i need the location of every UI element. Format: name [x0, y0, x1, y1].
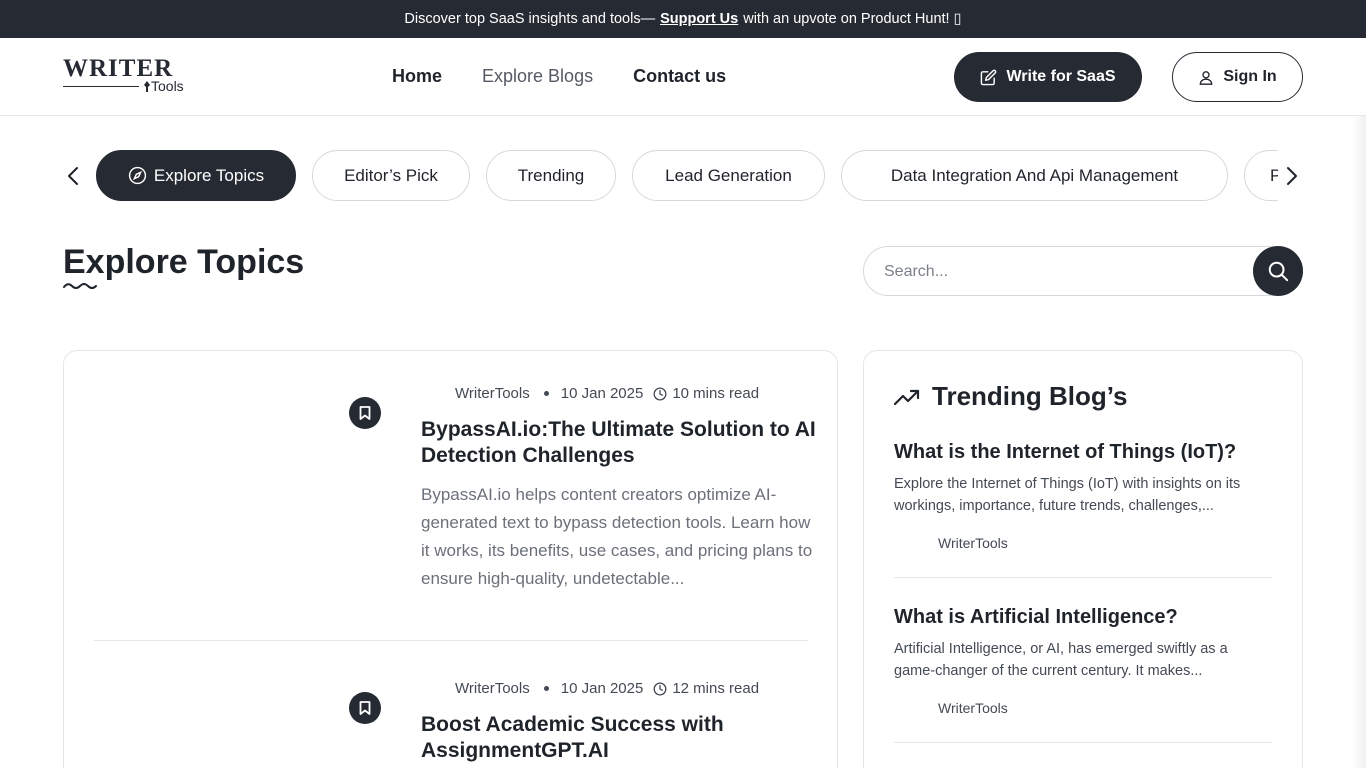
topic-chip-label: Lead Generation	[665, 165, 792, 185]
logo-sub-label: Tools	[151, 78, 184, 94]
trending-title: Trending Blog’s	[932, 381, 1128, 411]
meta-separator-dot	[543, 686, 549, 691]
nav-home[interactable]: Home	[392, 66, 442, 87]
post-read-time: 12 mins read	[672, 680, 760, 697]
post-date: 10 Jan 2025	[560, 385, 644, 402]
pen-nib-icon	[144, 81, 150, 92]
chevron-right-icon	[1287, 167, 1297, 185]
trending-item-author: WriterTools	[938, 535, 1008, 551]
compass-icon	[128, 166, 147, 185]
logo-underline	[63, 86, 139, 87]
topic-chip-label: Trending	[517, 165, 585, 185]
post-divider	[94, 640, 808, 641]
clock-icon	[653, 682, 667, 696]
post-card[interactable]: WriterTools 10 Jan 2025 10 mins read Byp…	[94, 351, 816, 641]
announcement-bar: Discover top SaaS insights and tools— Su…	[0, 0, 1366, 38]
topic-chip-explore-topics[interactable]: Explore Topics	[96, 150, 296, 201]
search-button[interactable]	[1253, 246, 1303, 296]
post-date: 10 Jan 2025	[560, 680, 644, 697]
post-title[interactable]: BypassAI.io:The Ultimate Solution to AI …	[421, 417, 821, 469]
user-icon	[1199, 70, 1213, 85]
topic-chip-label: Data Integration And Api Management	[890, 165, 1179, 185]
topic-chip-label: P	[1270, 165, 1278, 185]
chevron-left-icon	[68, 167, 78, 185]
trending-item-excerpt: Explore the Internet of Things (IoT) wit…	[894, 476, 1241, 514]
topics-chips: Explore Topics Editor’s Pick Trending Le…	[96, 150, 1278, 202]
post-author: WriterTools	[455, 680, 530, 697]
page-title: Explore Topics	[63, 243, 305, 281]
trending-item[interactable]: What is the Internet of Things (IoT)? Ex…	[894, 439, 1272, 578]
nav-explore-blogs[interactable]: Explore Blogs	[482, 66, 593, 87]
topic-chip-lead-generation[interactable]: Lead Generation	[632, 150, 825, 201]
topic-chip-label: Explore Topics	[153, 165, 265, 185]
clock-icon	[653, 387, 667, 401]
topic-chip-partial[interactable]: P	[1244, 150, 1278, 201]
trending-blogs-card: Trending Blog’s What is the Internet of …	[863, 350, 1303, 768]
posts-card: WriterTools 10 Jan 2025 10 mins read Byp…	[63, 350, 838, 768]
meta-separator-dot	[543, 391, 549, 396]
support-us-link[interactable]: Support Us	[660, 11, 738, 27]
main-nav: Home Explore Blogs Contact us	[392, 66, 726, 87]
post-excerpt: BypassAI.io helps content creators optim…	[421, 485, 813, 588]
topic-chip-data-integration[interactable]: Data Integration And Api Management	[841, 150, 1228, 201]
bookmark-icon	[359, 406, 371, 420]
post-meta: WriterTools 10 Jan 2025 10 mins read	[455, 385, 759, 402]
trending-item-title[interactable]: What is Artificial Intelligence?	[894, 604, 1272, 630]
trending-item[interactable]: What is Artificial Intelligence? Artific…	[894, 604, 1272, 743]
topics-carousel: Explore Topics Editor’s Pick Trending Le…	[0, 150, 1366, 202]
bookmark-icon	[359, 701, 371, 715]
search-box	[863, 246, 1303, 296]
announcement-text: Discover top SaaS insights and tools—	[404, 11, 656, 27]
trending-item-excerpt: Artificial Intelligence, or AI, has emer…	[894, 641, 1228, 679]
write-for-saas-button[interactable]: Write for SaaS	[954, 52, 1142, 102]
trending-divider	[894, 577, 1272, 578]
search-input[interactable]	[884, 260, 1244, 284]
sign-in-label: Sign In	[1223, 68, 1277, 85]
site-header: WRITER Tools Home Explore Blogs Contact …	[0, 38, 1366, 116]
trending-item-author: WriterTools	[938, 700, 1008, 716]
trending-header: Trending Blog’s	[894, 381, 1127, 412]
post-meta: WriterTools 10 Jan 2025 12 mins read	[455, 680, 759, 697]
nav-contact-us[interactable]: Contact us	[633, 66, 726, 87]
post-card[interactable]: WriterTools 10 Jan 2025 12 mins read Boo…	[94, 646, 809, 768]
write-for-saas-label: Write for SaaS	[1006, 68, 1116, 85]
announcement-text-after: with an upvote on Product Hunt! ▯	[743, 11, 962, 27]
trending-up-icon	[894, 389, 920, 405]
carousel-next-button[interactable]	[1280, 162, 1304, 190]
search-icon	[1268, 261, 1289, 282]
topic-chip-label: Editor’s Pick	[344, 165, 438, 185]
sign-in-button[interactable]: Sign In	[1172, 52, 1303, 102]
post-read-time: 10 mins read	[672, 385, 760, 402]
logo[interactable]: WRITER Tools	[63, 55, 195, 97]
logo-sub-text: Tools	[143, 78, 184, 94]
scroll-edge-shadow	[1352, 116, 1366, 768]
topic-chip-editors-pick[interactable]: Editor’s Pick	[312, 150, 470, 201]
topic-chip-trending[interactable]: Trending	[486, 150, 616, 201]
trending-divider	[894, 742, 1272, 743]
edit-icon	[981, 69, 997, 85]
bookmark-button[interactable]	[349, 397, 381, 429]
carousel-prev-button[interactable]	[61, 162, 85, 190]
squiggle-underline-icon	[63, 283, 97, 289]
post-author: WriterTools	[455, 385, 530, 402]
bookmark-button[interactable]	[349, 692, 381, 724]
post-title[interactable]: Boost Academic Success with AssignmentGP…	[421, 712, 821, 764]
trending-item-title[interactable]: What is the Internet of Things (IoT)?	[894, 439, 1272, 465]
